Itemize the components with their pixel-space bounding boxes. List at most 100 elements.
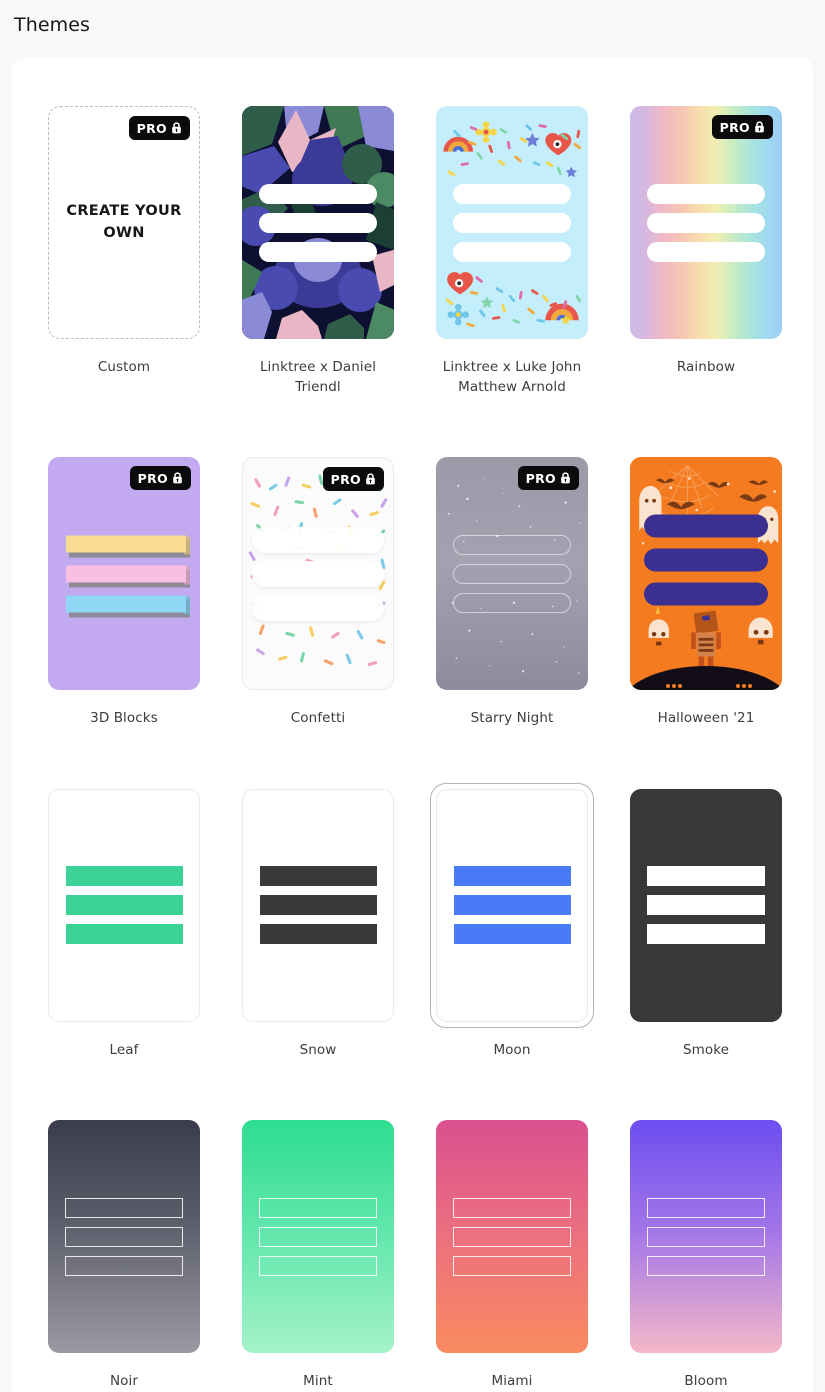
pro-badge: PRO <box>517 466 579 491</box>
theme-card-frame[interactable] <box>624 451 788 696</box>
theme-card-confetti[interactable]: PRO Confetti <box>236 451 400 729</box>
link-bar <box>643 548 769 572</box>
theme-link-bars <box>452 1197 572 1276</box>
theme-preview-leaf[interactable] <box>48 788 200 1022</box>
theme-label: Bloom <box>684 1373 728 1390</box>
theme-preview-confetti[interactable]: PRO <box>242 457 394 691</box>
theme-link-bars <box>646 866 766 945</box>
theme-card-frame[interactable] <box>42 1114 206 1359</box>
theme-label: Moon <box>493 1041 531 1058</box>
theme-card-frame[interactable] <box>236 100 400 345</box>
theme-card-bloom[interactable]: Bloom <box>624 1114 788 1392</box>
theme-card-rainbow[interactable]: PRO Rainbow <box>624 100 788 397</box>
ghost-eyes-left <box>666 684 683 689</box>
theme-card-3d-blocks[interactable]: PRO 3D Blocks <box>42 451 206 729</box>
theme-link-bars <box>646 1197 766 1276</box>
theme-label: Confetti <box>290 710 346 727</box>
link-bar <box>452 563 572 584</box>
theme-card-frame[interactable]: PRO <box>236 451 400 696</box>
link-bar <box>259 866 377 887</box>
theme-card-frame[interactable] <box>430 100 594 345</box>
theme-card-frame[interactable] <box>236 783 400 1028</box>
link-bar <box>646 1197 766 1218</box>
theme-preview-custom[interactable]: PRO CREATE YOUR OWN <box>48 106 200 339</box>
theme-label: Mint <box>303 1373 333 1390</box>
themes-grid: PRO CREATE YOUR OWN Custom Linktree x Da… <box>12 58 813 1392</box>
theme-preview-halloween-21[interactable] <box>630 457 782 691</box>
link-bar <box>66 565 191 588</box>
theme-link-bars <box>258 183 378 262</box>
theme-card-halloween-21[interactable]: Halloween '21 <box>624 451 788 729</box>
theme-card-frame[interactable]: PRO <box>624 100 788 345</box>
link-bar <box>65 895 183 916</box>
link-bar <box>64 1197 184 1218</box>
theme-card-frame[interactable] <box>624 783 788 1028</box>
link-bar <box>452 592 572 613</box>
theme-card-linktree-x-daniel-triendl[interactable]: Linktree x Daniel Triendl <box>236 100 400 397</box>
pro-badge-label: PRO <box>137 470 168 486</box>
link-bar <box>258 1226 378 1247</box>
theme-preview-linktree-x-daniel-triendl[interactable] <box>242 106 394 339</box>
theme-card-custom[interactable]: PRO CREATE YOUR OWN Custom <box>42 100 206 397</box>
theme-card-miami[interactable]: Miami <box>430 1114 594 1392</box>
theme-preview-smoke[interactable] <box>630 788 782 1022</box>
link-bar <box>453 924 571 945</box>
theme-label: Linktree x Luke John Matthew Arnold <box>442 359 582 395</box>
theme-preview-moon[interactable] <box>436 788 588 1022</box>
heart-eye-sticker-bottom-left <box>447 272 474 295</box>
theme-preview-mint[interactable] <box>242 1120 394 1354</box>
lock-icon <box>172 122 181 134</box>
star-sticker-top <box>525 133 540 147</box>
page-title: Themes <box>14 14 91 36</box>
theme-card-frame[interactable]: PRO <box>42 451 206 696</box>
theme-preview-rainbow[interactable]: PRO <box>630 106 782 339</box>
link-bar <box>452 1197 572 1218</box>
theme-card-frame[interactable] <box>236 1114 400 1359</box>
theme-preview-3d-blocks[interactable]: PRO <box>48 457 200 691</box>
theme-label: Halloween '21 <box>657 710 755 727</box>
link-bar <box>452 212 572 233</box>
theme-preview-snow[interactable] <box>242 788 394 1022</box>
theme-preview-bloom[interactable] <box>630 1120 782 1354</box>
theme-preview-miami[interactable] <box>436 1120 588 1354</box>
theme-card-frame[interactable]: PRO CREATE YOUR OWN <box>42 100 206 345</box>
theme-label: Linktree x Daniel Triendl <box>259 359 377 395</box>
theme-card-starry-night[interactable]: PRO Starry Night <box>430 451 594 729</box>
theme-card-frame-selected[interactable] <box>430 782 594 1028</box>
link-bar <box>643 514 769 538</box>
theme-preview-linktree-x-luke-john-matthew-arnold[interactable] <box>436 106 588 339</box>
link-bar <box>259 924 377 945</box>
link-bar <box>452 241 572 262</box>
flower-sticker-bottom-left <box>447 303 469 326</box>
link-bar <box>452 1226 572 1247</box>
theme-link-bars <box>453 866 571 945</box>
link-bar <box>258 1197 378 1218</box>
theme-label: Snow <box>299 1041 337 1058</box>
theme-preview-starry-night[interactable]: PRO <box>436 457 588 691</box>
link-bar <box>646 895 766 916</box>
link-bar <box>66 595 191 618</box>
pro-badge-label: PRO <box>719 119 750 135</box>
theme-preview-noir[interactable] <box>48 1120 200 1354</box>
theme-card-mint[interactable]: Mint <box>236 1114 400 1392</box>
theme-card-moon[interactable]: Moon <box>430 782 594 1061</box>
star-sticker-bottom <box>480 296 494 309</box>
link-bar <box>646 1226 766 1247</box>
link-bar <box>258 212 378 233</box>
link-bar <box>65 924 183 945</box>
theme-card-linktree-x-luke-john-matthew-arnold[interactable]: Linktree x Luke John Matthew Arnold <box>430 100 594 397</box>
link-bar <box>452 1255 572 1276</box>
link-bar <box>258 241 378 262</box>
theme-card-noir[interactable]: Noir <box>42 1114 206 1392</box>
link-bar <box>646 183 766 204</box>
theme-card-leaf[interactable]: Leaf <box>42 783 206 1061</box>
theme-card-frame[interactable] <box>624 1114 788 1359</box>
theme-link-bars <box>64 1197 184 1276</box>
theme-card-smoke[interactable]: Smoke <box>624 783 788 1061</box>
theme-card-frame[interactable] <box>430 1114 594 1359</box>
theme-card-frame[interactable]: PRO <box>430 451 594 696</box>
theme-card-frame[interactable] <box>42 783 206 1028</box>
link-bar <box>258 183 378 204</box>
theme-label: Noir <box>109 1373 139 1390</box>
theme-card-snow[interactable]: Snow <box>236 783 400 1061</box>
